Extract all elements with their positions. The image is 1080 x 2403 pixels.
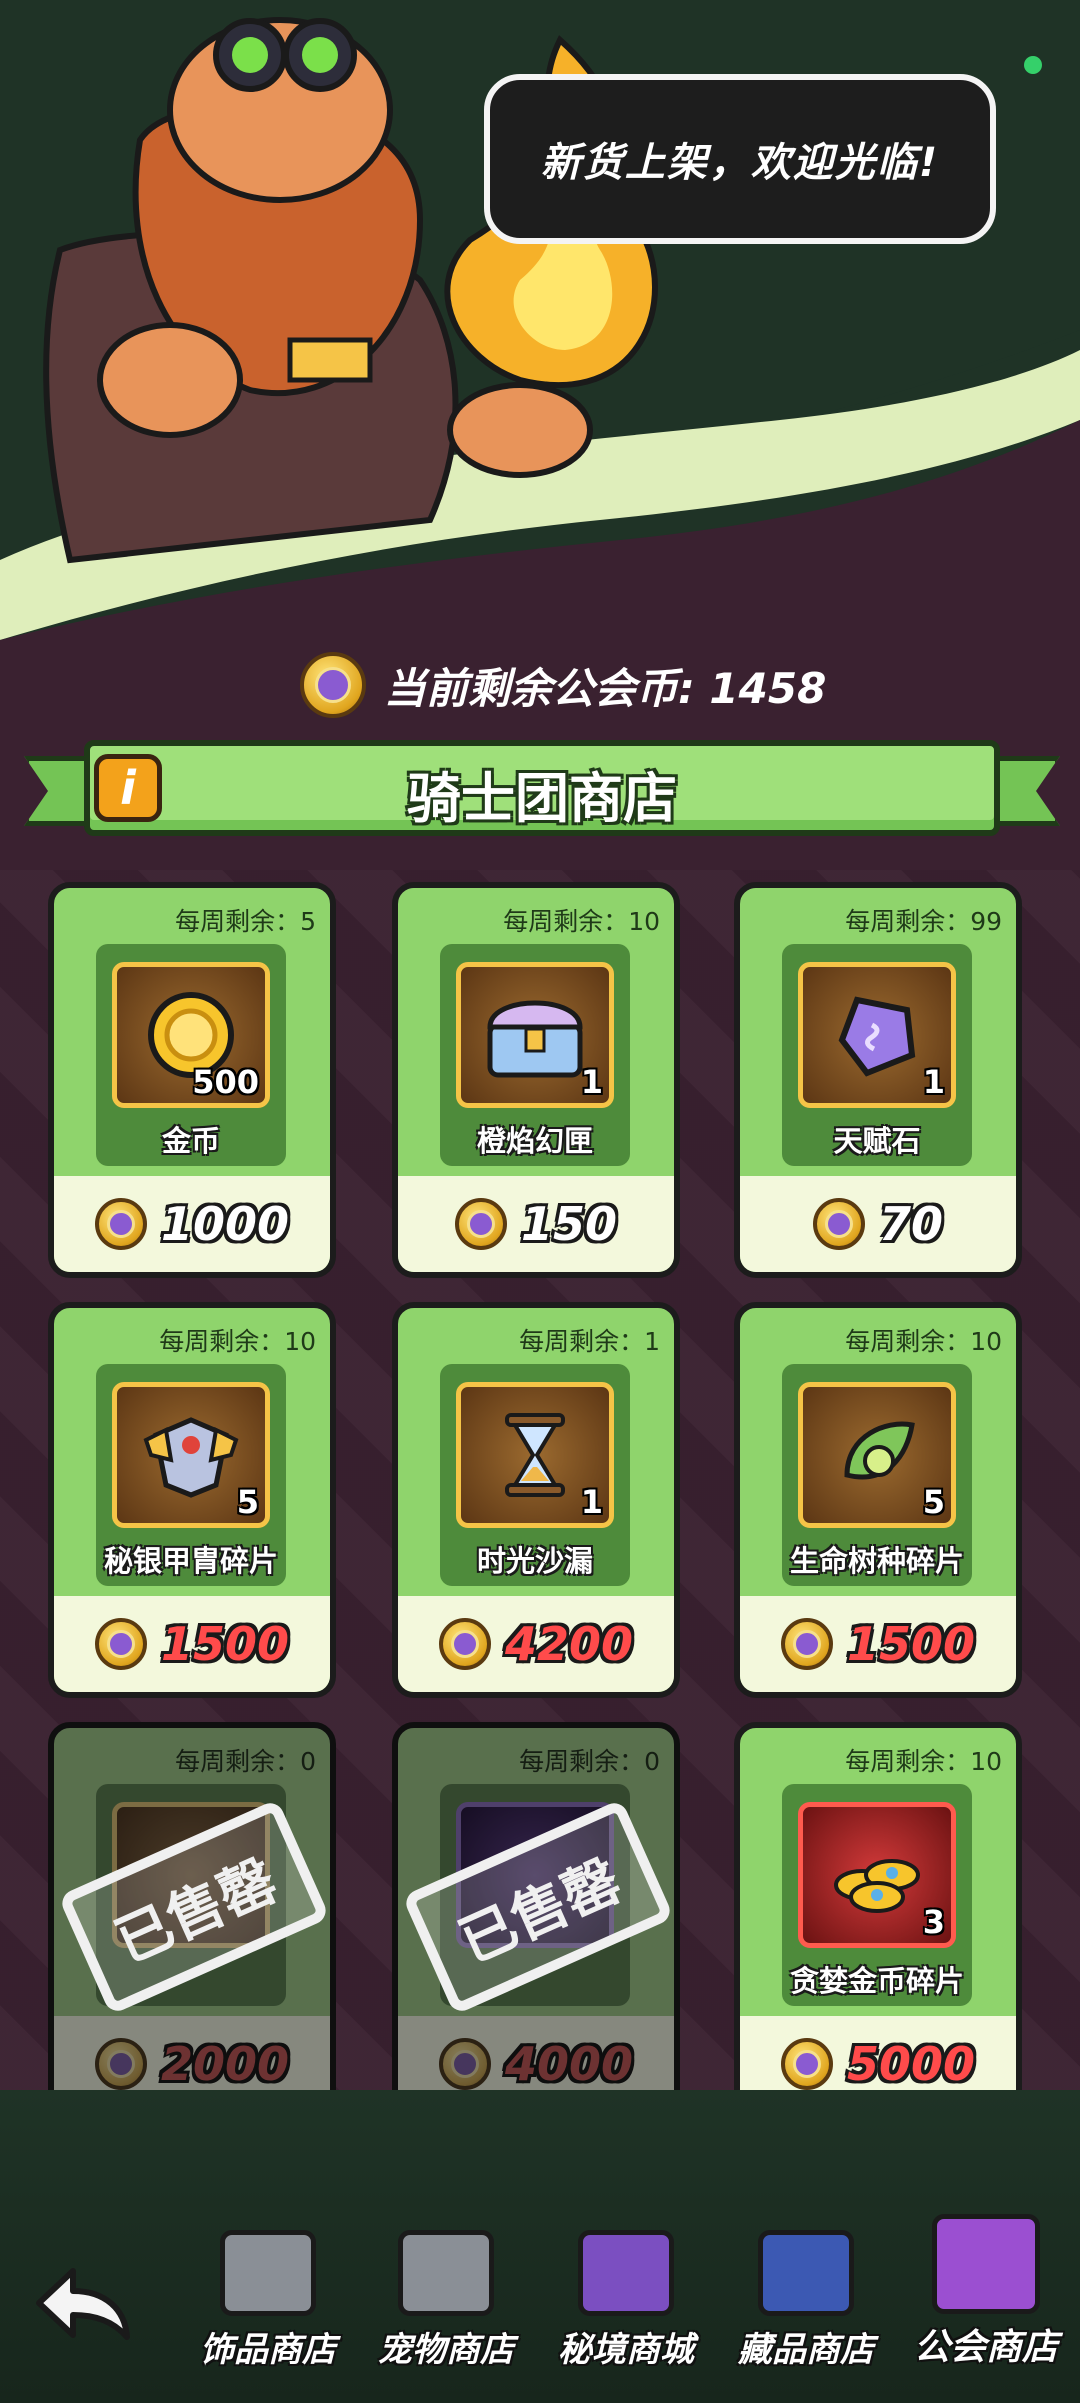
item-price: 150 <box>520 1197 618 1251</box>
price-bar: 4000 <box>398 2016 674 2090</box>
guild-coin-icon <box>454 1198 507 1250</box>
item-name: 生命树种碎片 <box>789 1544 964 1578</box>
price-bar: 1500 <box>740 1596 1016 1692</box>
price-bar: 4200 <box>398 1596 674 1692</box>
item-frame: 1 橙焰幻匣 <box>440 944 630 1166</box>
secret-shop-icon <box>578 2230 674 2316</box>
weekly-remaining: 每周剩余：10 <box>503 907 660 936</box>
item-price: 5000 <box>846 2037 976 2090</box>
price-bar: 150 <box>398 1176 674 1272</box>
weekly-remaining: 每周剩余：10 <box>845 1327 1002 1356</box>
guild-coin-icon <box>94 1198 147 1250</box>
tab-label: 饰品商店 <box>200 2330 336 2370</box>
item-frame: 1 时光沙漏 <box>440 1364 630 1586</box>
item-frame: 5 生命树种碎片 <box>782 1364 972 1586</box>
shop-item-card[interactable]: 每周剩余：10 3 贪婪金币碎片 5000 <box>734 1722 1022 2090</box>
bottom-nav: 饰品商店 宠物商店 秘境商城 藏品商店 公会商店 <box>0 2090 1080 2403</box>
item-quantity: 1 <box>580 1483 603 1521</box>
item-frame: 5 秘银甲胄碎片 <box>96 1364 286 1586</box>
weekly-remaining: 每周剩余：99 <box>845 907 1002 936</box>
guild-coin-icon <box>812 1198 865 1250</box>
tab-label: 公会商店 <box>913 2327 1058 2368</box>
shop-title: 骑士团商店 <box>407 767 677 830</box>
price-bar: 5000 <box>740 2016 1016 2090</box>
item-name: 贪婪金币碎片 <box>789 1964 964 1998</box>
purple-gem-icon: 1 <box>798 962 956 1108</box>
weekly-remaining: 每周剩余：5 <box>175 907 316 936</box>
status-dot <box>1024 56 1042 74</box>
price-bar: 70 <box>740 1176 1016 1272</box>
speech-text: 新货上架，欢迎光临! <box>540 140 940 186</box>
item-quantity: 5 <box>236 1483 259 1521</box>
tab-pet-shop[interactable]: 宠物商店 <box>356 2230 536 2380</box>
item-price: 1500 <box>160 1617 290 1671</box>
guild-coin-icon <box>438 1618 491 1670</box>
guild-coin-icon <box>438 2038 491 2090</box>
item-frame: 1 天赋石 <box>782 944 972 1166</box>
leaf-seed-icon: 5 <box>798 1382 956 1528</box>
item-name: 橙焰幻匣 <box>476 1124 593 1158</box>
weekly-remaining: 每周剩余：1 <box>519 1327 660 1356</box>
shopkeeper-banner: 新货上架，欢迎光临! <box>0 0 1080 640</box>
shop-item-card[interactable]: 每周剩余：1 1 时光沙漏 4200 <box>392 1302 680 1698</box>
guild-coin-icon <box>94 1618 147 1670</box>
weekly-remaining: 每周剩余：10 <box>159 1327 316 1356</box>
item-price: 1500 <box>846 1617 976 1671</box>
item-name: 时光沙漏 <box>476 1544 593 1578</box>
item-frame: 3 贪婪金币碎片 <box>782 1784 972 2006</box>
weekly-remaining: 每周剩余：10 <box>845 1747 1002 1776</box>
weekly-remaining: 每周剩余：0 <box>175 1747 316 1776</box>
shop-item-grid: 每周剩余：5 500 金币 1000 每周剩余：10 1 橙焰幻匣 150 每周… <box>0 870 1080 2090</box>
weekly-remaining: 每周剩余：0 <box>519 1747 660 1776</box>
item-name: 秘银甲胄碎片 <box>103 1544 278 1578</box>
accessory-shop-icon <box>220 2230 316 2316</box>
item-quantity: 5 <box>922 1483 945 1521</box>
tab-label: 藏品商店 <box>738 2330 874 2370</box>
hourglass-icon: 1 <box>456 1382 614 1528</box>
guild-shop-icon <box>932 2214 1040 2314</box>
tab-accessory-shop[interactable]: 饰品商店 <box>178 2230 358 2380</box>
item-name: 金币 <box>161 1124 220 1158</box>
item-price: 70 <box>878 1197 943 1251</box>
shop-item-card[interactable]: 每周剩余：10 1 橙焰幻匣 150 <box>392 882 680 1278</box>
item-price: 2000 <box>160 2037 290 2090</box>
shop-item-card[interactable]: 每周剩余：10 5 生命树种碎片 1500 <box>734 1302 1022 1698</box>
guild-coin-icon <box>94 2038 147 2090</box>
item-quantity: 1 <box>922 1063 945 1101</box>
item-quantity: 500 <box>192 1063 259 1101</box>
shop-item-card[interactable]: 每周剩余：99 1 天赋石 70 <box>734 882 1022 1278</box>
guild-coin-label: 当前剩余公会币: 1458 <box>384 663 827 713</box>
shop-item-card[interactable]: 每周剩余：10 5 秘银甲胄碎片 1500 <box>48 1302 336 1698</box>
guild-coin-icon <box>780 1618 833 1670</box>
shop-item-card[interactable]: 每周剩余：5 500 金币 1000 <box>48 882 336 1278</box>
tab-secret-shop[interactable]: 秘境商城 <box>536 2230 716 2380</box>
item-quantity: 1 <box>580 1063 603 1101</box>
tab-collection-shop[interactable]: 藏品商店 <box>716 2230 896 2380</box>
item-name: 天赋石 <box>833 1124 921 1158</box>
price-bar: 1000 <box>54 1176 330 1272</box>
pet-shop-icon <box>398 2230 494 2316</box>
guild-coin-icon <box>780 2038 833 2090</box>
tab-label: 秘境商城 <box>558 2330 694 2370</box>
tab-guild-shop[interactable]: 公会商店 <box>896 2214 1076 2380</box>
item-price: 4200 <box>504 1617 634 1671</box>
guild-coin-icon <box>300 652 366 718</box>
gold-coin-icon: 500 <box>112 962 270 1108</box>
coin-pile-icon: 3 <box>798 1802 956 1948</box>
speech-bubble: 新货上架，欢迎光临! <box>484 74 996 244</box>
back-arrow-icon <box>36 2268 130 2340</box>
tab-label: 宠物商店 <box>378 2330 514 2370</box>
treasure-chest-icon: 1 <box>456 962 614 1108</box>
guild-coin-balance: 当前剩余公会币: 1458 <box>300 640 826 730</box>
price-bar: 1500 <box>54 1596 330 1692</box>
item-frame: 500 金币 <box>96 944 286 1166</box>
item-quantity: 3 <box>922 1903 945 1941</box>
collection-shop-icon <box>758 2230 854 2316</box>
item-price: 1000 <box>160 1197 290 1251</box>
price-bar: 2000 <box>54 2016 330 2090</box>
shop-title-ribbon: i 骑士团商店 <box>24 740 1060 840</box>
armor-fragment-icon: 5 <box>112 1382 270 1528</box>
back-button[interactable] <box>28 2258 138 2348</box>
item-price: 4000 <box>504 2037 634 2090</box>
